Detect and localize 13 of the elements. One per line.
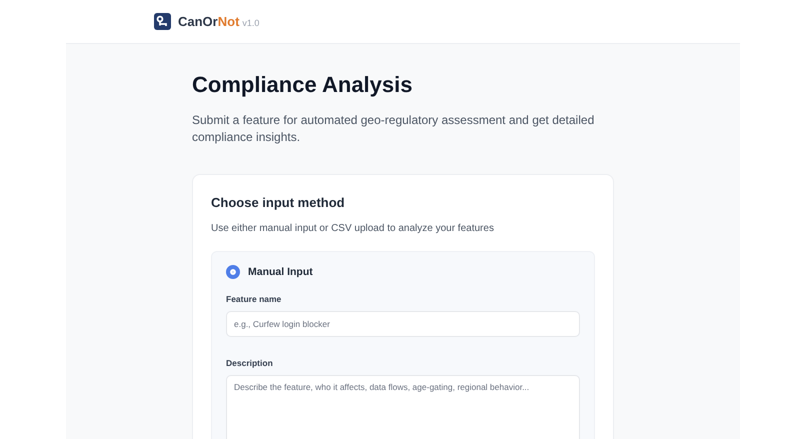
card-title: Choose input method	[211, 195, 346, 210]
field-label: Description	[226, 358, 274, 368]
radio-button[interactable]	[226, 265, 240, 279]
page-subtitle: Submit a feature for automated geo-regulatory assessment and get detailed compliance insights.	[192, 112, 596, 146]
manual-input-option[interactable]: Manual Input	[226, 265, 580, 279]
app-name: CanOrNot	[178, 14, 240, 29]
logo-icon	[154, 13, 171, 30]
description-field[interactable]: Describe the feature, who it affects, data flows, age-gating, regional behavior...	[226, 375, 580, 439]
feature-name-field[interactable]: e.g., Curfew login blocker	[226, 311, 580, 337]
card-description: Use either manual input or CSV upload to analyze your features	[211, 223, 495, 234]
version-label: v1.0	[242, 18, 260, 28]
page-title: Compliance Analysis	[192, 72, 414, 98]
field-label: Feature name	[226, 294, 282, 304]
